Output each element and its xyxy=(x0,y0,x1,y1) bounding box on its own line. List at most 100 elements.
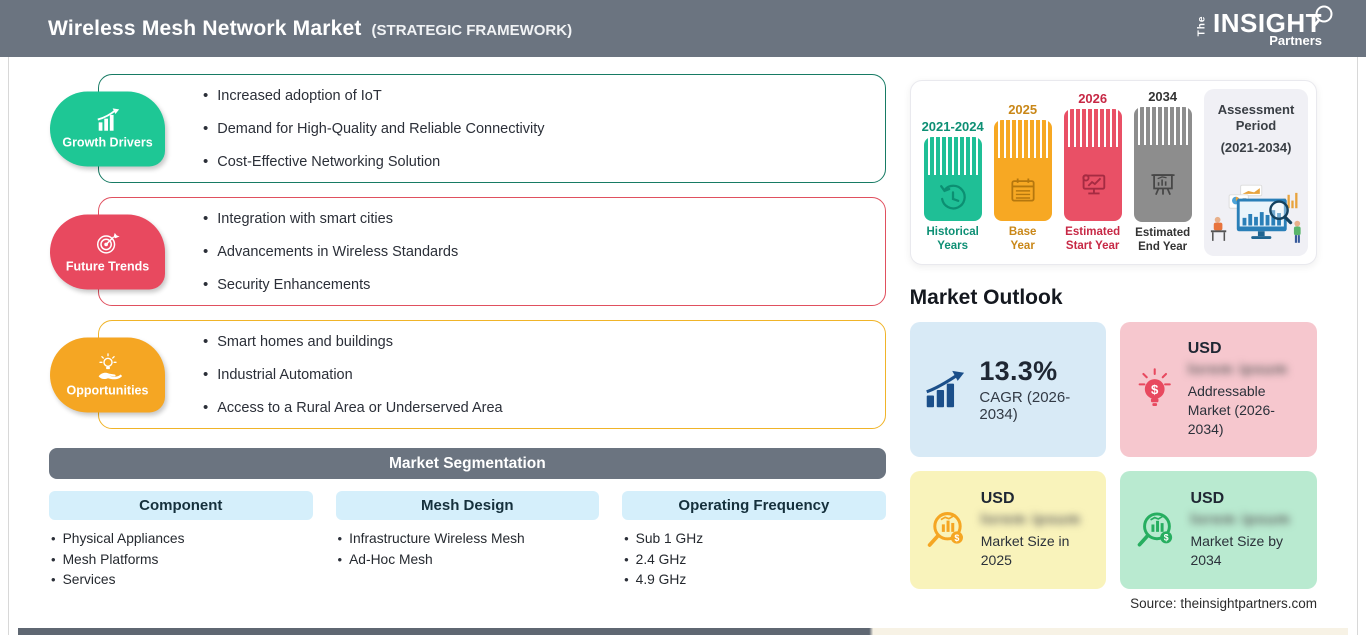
bullet-icon: • xyxy=(337,551,343,567)
title-wrap: Wireless Mesh Network Market (STRATEGIC … xyxy=(48,17,572,41)
trend-item: Integration with smart cities xyxy=(217,210,393,227)
assessment-period-panel: Assessment Period (2021-2034) xyxy=(1204,89,1308,256)
opportunity-item: Access to a Rural Area or Underserved Ar… xyxy=(217,399,503,416)
logo-partners: Partners xyxy=(1269,33,1322,48)
bar-year-label: 2021-2024 xyxy=(921,119,984,134)
market-size-2025-card: $ USD lorem ipsum Market Size in 2025 xyxy=(909,471,1107,589)
bar-year-label: 2025 xyxy=(1008,102,1038,117)
badge-label: Opportunities xyxy=(66,383,149,397)
magnifier-chart-icon: $ xyxy=(927,512,963,547)
segment-column-mesh-design: Mesh Design • Infrastructure Wireless Mes… xyxy=(335,491,600,591)
cagr-label: CAGR (2026-2034) xyxy=(979,389,1071,423)
bar-year-label: 2026 xyxy=(1078,91,1108,106)
driver-item: Increased adoption of IoT xyxy=(217,87,382,104)
left-column: Growth Drivers • Increased adoption of Io… xyxy=(49,74,886,611)
company-logo: The INSIGHT Partners xyxy=(1192,5,1333,48)
future-trends-box: Future Trends • Integration with smart ci… xyxy=(50,197,886,306)
analytics-illustration xyxy=(1210,184,1301,243)
bullet-icon: • xyxy=(203,242,209,260)
bullet-icon: • xyxy=(624,551,629,567)
logo-the: The xyxy=(1196,15,1208,37)
svg-text:$: $ xyxy=(954,533,959,543)
source-attribution: Source: theinsightpartners.com xyxy=(1130,596,1317,611)
bullet-icon: • xyxy=(203,209,209,227)
bullet-icon: • xyxy=(203,365,209,383)
page-title: Wireless Mesh Network Market xyxy=(48,16,362,40)
segment-header: Operating Frequency xyxy=(622,491,886,520)
redacted-value: lorem ipsum xyxy=(1190,511,1291,528)
bullet-icon: • xyxy=(203,152,209,170)
trend-item: Security Enhancements xyxy=(217,276,371,293)
cagr-card: 13.3% CAGR (2026-2034) xyxy=(909,322,1107,457)
history-clock-icon xyxy=(939,184,966,210)
segment-item: Services xyxy=(62,572,116,587)
bullet-icon: • xyxy=(337,531,343,546)
dollar-bulb-icon: $ xyxy=(1138,367,1172,406)
assessment-timeline-card: 2021-2024 Historical Years 2025 Base Yea… xyxy=(909,80,1317,265)
currency-label: USD xyxy=(1187,340,1222,357)
growth-bars-arrow-icon xyxy=(925,370,964,407)
currency-label: USD xyxy=(1190,490,1225,507)
magnifier-chart-icon: $ xyxy=(1138,512,1173,547)
bullet-icon: • xyxy=(51,551,56,567)
redacted-value: lorem ipsum xyxy=(1187,361,1288,378)
redacted-value: lorem ipsum xyxy=(980,511,1081,528)
market-segmentation-header: Market Segmentation xyxy=(49,448,886,479)
segment-header: Component xyxy=(49,491,313,520)
card-label: Market Size in 2025 xyxy=(980,533,1070,568)
future-trends-badge: Future Trends xyxy=(50,214,165,289)
opportunities-box: Opportunities • Smart homes and buildings… xyxy=(50,320,886,429)
market-size-2034-card: $ USD lorem ipsum Market Size by 2034 xyxy=(1120,471,1317,589)
bullet-icon: • xyxy=(51,531,56,546)
magnifier-icon xyxy=(1312,5,1333,28)
segment-item: Mesh Platforms xyxy=(62,551,159,567)
segment-header: Mesh Design xyxy=(335,491,600,520)
market-outlook-title: Market Outlook xyxy=(909,286,1063,309)
segment-item: Ad-Hoc Mesh xyxy=(349,551,433,567)
right-column: 2021-2024 Historical Years 2025 Base Yea… xyxy=(909,80,1317,611)
presentation-board-icon xyxy=(1151,173,1175,195)
badge-label: Growth Drivers xyxy=(62,135,153,150)
currency-label: USD xyxy=(980,490,1015,507)
bullet-icon: • xyxy=(203,86,209,104)
monitor-chart-icon xyxy=(1082,174,1105,195)
opportunity-item: Industrial Automation xyxy=(217,366,353,383)
svg-text:$: $ xyxy=(1164,533,1169,543)
segment-item: Sub 1 GHz xyxy=(635,531,704,546)
opportunity-item: Smart homes and buildings xyxy=(217,333,393,350)
content-frame: Growth Drivers • Increased adoption of Io… xyxy=(8,57,1358,635)
assessment-line: Assessment xyxy=(1217,102,1295,117)
bullet-icon: • xyxy=(624,572,629,587)
timeline-bar-base: 2025 Base Year xyxy=(993,89,1053,254)
assessment-range: (2021-2034) xyxy=(1220,140,1292,155)
bullet-icon: • xyxy=(203,398,209,416)
card-label: Market Size by 2034 xyxy=(1190,533,1284,568)
segment-column-operating-frequency: Operating Frequency • Sub 1 GHz • 2.4 GHz … xyxy=(622,491,886,591)
calendar-icon xyxy=(1011,177,1035,202)
bulb-hand-icon xyxy=(98,352,122,379)
target-dart-icon xyxy=(96,232,120,254)
bar-chart-growth-icon xyxy=(97,108,119,131)
assessment-line: Period xyxy=(1235,118,1277,133)
timeline-bar-historical: 2021-2024 Historical Years xyxy=(921,119,984,252)
timeline-bar-start: 2026 Estimated Start Year xyxy=(1063,91,1122,252)
trend-item: Advancements in Wireless Standards xyxy=(217,243,459,260)
growth-drivers-box: Growth Drivers • Increased adoption of Io… xyxy=(50,74,886,183)
segment-item: 2.4 GHz xyxy=(635,551,687,567)
segment-item: Physical Appliances xyxy=(62,531,185,546)
driver-item: Demand for High-Quality and Reliable Con… xyxy=(217,120,545,137)
cagr-value: 13.3% xyxy=(979,356,1058,386)
card-label: Addressable Market (2026-2034) xyxy=(1187,383,1275,437)
segment-column-component: Component • Physical Appliances • Mesh Pla… xyxy=(49,491,313,591)
svg-text:$: $ xyxy=(1151,381,1159,396)
header-bar: Wireless Mesh Network Market (STRATEGIC … xyxy=(0,0,1366,57)
driver-item: Cost-Effective Networking Solution xyxy=(217,153,441,170)
segment-item: Infrastructure Wireless Mesh xyxy=(349,531,525,546)
bullet-icon: • xyxy=(203,332,209,350)
bullet-icon: • xyxy=(203,275,209,293)
addressable-market-card: $ USD lorem ipsum Addressable Market (20… xyxy=(1120,322,1317,457)
opportunities-badge: Opportunities xyxy=(50,337,165,412)
segment-item: 4.9 GHz xyxy=(635,572,687,587)
page-subtitle: (STRATEGIC FRAMEWORK) xyxy=(371,21,573,39)
timeline-bar-end: 2034 Estimated End Year xyxy=(1133,89,1192,253)
